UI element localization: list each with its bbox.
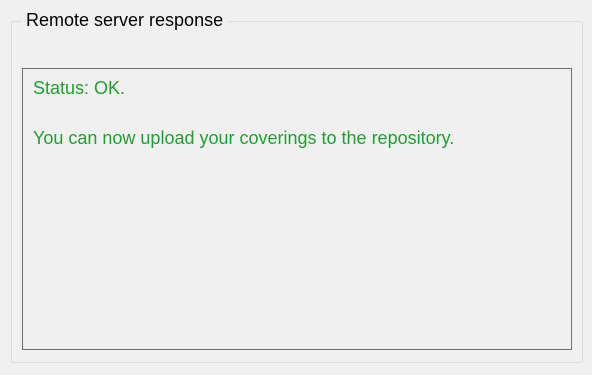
remote-server-response-panel: Remote server response Status: OK. You c…	[0, 0, 592, 375]
response-text-area[interactable]: Status: OK. You can now upload your cove…	[22, 68, 572, 350]
groupbox-title: Remote server response	[22, 9, 229, 31]
response-message: You can now upload your coverings to the…	[33, 128, 455, 148]
status-text: Status: OK.	[33, 78, 126, 98]
